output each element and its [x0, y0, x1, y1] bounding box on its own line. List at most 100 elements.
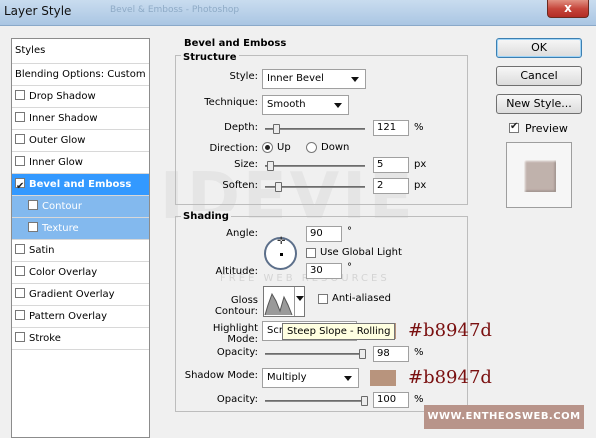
style-item-color-overlay[interactable]: Color Overlay [12, 262, 149, 284]
angle-unit: ° [347, 226, 352, 237]
style-checkbox[interactable] [15, 310, 25, 320]
size-slider[interactable] [265, 161, 365, 171]
soften-input[interactable]: 2 [373, 178, 409, 194]
shadow-opacity-unit: % [414, 394, 424, 405]
style-item-stroke[interactable]: Stroke [12, 328, 149, 350]
shadow-opacity-label: Opacity: [216, 394, 258, 405]
soften-slider[interactable] [265, 182, 365, 192]
style-item-satin[interactable]: Satin [12, 240, 149, 262]
soften-unit: px [414, 180, 427, 191]
style-dropdown[interactable]: Inner Bevel [262, 69, 366, 89]
use-global-light-label: Use Global Light [320, 247, 402, 258]
style-checkbox[interactable] [28, 222, 38, 232]
use-global-light-checkbox[interactable] [306, 248, 316, 258]
style-item-label: Contour [42, 201, 82, 212]
highlight-opacity-slider[interactable] [265, 349, 366, 359]
ok-button[interactable]: OK [496, 38, 582, 58]
style-checkbox[interactable] [28, 200, 38, 210]
gloss-contour-picker[interactable] [263, 286, 305, 317]
soften-slider-thumb[interactable] [275, 182, 282, 192]
highlight-opacity-label: Opacity: [216, 347, 258, 358]
shadow-opacity-slider[interactable] [265, 396, 368, 406]
chevron-down-icon [334, 103, 342, 108]
depth-slider-thumb[interactable] [273, 124, 280, 134]
highlight-opacity-thumb[interactable] [359, 349, 366, 359]
preview-thumbnail [506, 142, 572, 208]
style-item-contour[interactable]: Contour [12, 196, 149, 218]
gloss-contour-label: Gloss Contour: [214, 295, 258, 317]
style-checkbox[interactable] [15, 176, 25, 197]
shadow-mode-label: Shadow Mode: [184, 370, 258, 381]
style-checkbox[interactable] [15, 156, 25, 166]
crosshair-icon: ✛ [277, 236, 286, 247]
style-item-label: Bevel and Emboss [29, 179, 132, 190]
style-item-inner-shadow[interactable]: Inner Shadow [12, 108, 149, 130]
angle-input[interactable]: 90 [306, 226, 342, 242]
style-item-label: Inner Glow [29, 157, 83, 168]
preview-checkbox[interactable] [509, 121, 519, 133]
depth-unit: % [414, 122, 424, 133]
structure-title: Structure [181, 52, 239, 63]
size-label: Size: [234, 159, 258, 170]
altitude-input[interactable]: 30 [306, 263, 342, 279]
style-item-label: Inner Shadow [29, 113, 98, 124]
style-item-label: Outer Glow [29, 135, 86, 146]
shadow-mode-dropdown[interactable]: Multiply [262, 368, 359, 388]
style-item-drop-shadow[interactable]: Drop Shadow [12, 86, 149, 108]
highlight-mode-value: Scr [267, 325, 283, 336]
size-unit: px [414, 159, 427, 170]
shadow-color-annotation: #b8947d [408, 367, 492, 388]
style-checkbox[interactable] [15, 266, 25, 276]
bevel-section-title: Bevel and Emboss [184, 38, 287, 49]
close-button[interactable]: x [547, 0, 589, 18]
anti-aliased-checkbox[interactable] [318, 294, 328, 304]
title-bar: Layer Style Bevel & Emboss - Photoshop x [0, 0, 596, 26]
technique-value: Smooth [267, 99, 306, 110]
direction-down-label: Down [321, 142, 350, 153]
style-item-gradient-overlay[interactable]: Gradient Overlay [12, 284, 149, 306]
title-watermark: Bevel & Emboss - Photoshop [110, 5, 240, 15]
style-item-texture[interactable]: Texture [12, 218, 149, 240]
style-checkbox[interactable] [15, 134, 25, 144]
style-item-outer-glow[interactable]: Outer Glow [12, 130, 149, 152]
direction-up-label: Up [277, 142, 291, 153]
style-item-label: Stroke [29, 333, 61, 344]
style-checkbox[interactable] [15, 288, 25, 298]
depth-input[interactable]: 121 [373, 120, 409, 136]
chevron-down-icon[interactable] [296, 296, 304, 301]
shadow-opacity-input[interactable]: 100 [373, 392, 409, 408]
depth-slider[interactable] [265, 124, 365, 134]
angle-dot [280, 253, 283, 256]
shadow-color-swatch[interactable] [370, 370, 396, 386]
highlight-opacity-input[interactable]: 98 [373, 346, 409, 362]
window-title: Layer Style [4, 4, 72, 18]
size-input[interactable]: 5 [373, 157, 409, 173]
contour-tooltip: Steep Slope - Rolling [282, 323, 396, 340]
highlight-opacity-unit: % [414, 347, 424, 358]
styles-header[interactable]: Styles [12, 39, 149, 64]
technique-label: Technique: [204, 97, 258, 108]
style-value: Inner Bevel [267, 73, 324, 84]
altitude-label: Altitude: [215, 266, 258, 277]
blending-options-item[interactable]: Blending Options: Custom [12, 64, 149, 86]
size-slider-thumb[interactable] [267, 161, 274, 171]
technique-dropdown[interactable]: Smooth [262, 95, 349, 115]
style-checkbox[interactable] [15, 112, 25, 122]
style-item-pattern-overlay[interactable]: Pattern Overlay [12, 306, 149, 328]
style-item-label: Drop Shadow [29, 91, 96, 102]
style-checkbox[interactable] [15, 244, 25, 254]
shading-title: Shading [181, 211, 231, 222]
cancel-button[interactable]: Cancel [496, 66, 582, 86]
style-item-inner-glow[interactable]: Inner Glow [12, 152, 149, 174]
direction-down-radio[interactable] [306, 142, 317, 153]
anti-aliased-label: Anti-aliased [332, 293, 392, 304]
shadow-opacity-thumb[interactable] [361, 396, 368, 406]
new-style-button[interactable]: New Style... [496, 94, 582, 114]
style-checkbox[interactable] [15, 90, 25, 100]
style-item-bevel-and-emboss[interactable]: Bevel and Emboss [12, 174, 149, 197]
direction-label: Direction: [209, 143, 258, 154]
chevron-down-icon [351, 77, 359, 82]
direction-up-radio[interactable] [262, 142, 273, 153]
style-checkbox[interactable] [15, 332, 25, 342]
style-item-label: Gradient Overlay [29, 289, 115, 300]
